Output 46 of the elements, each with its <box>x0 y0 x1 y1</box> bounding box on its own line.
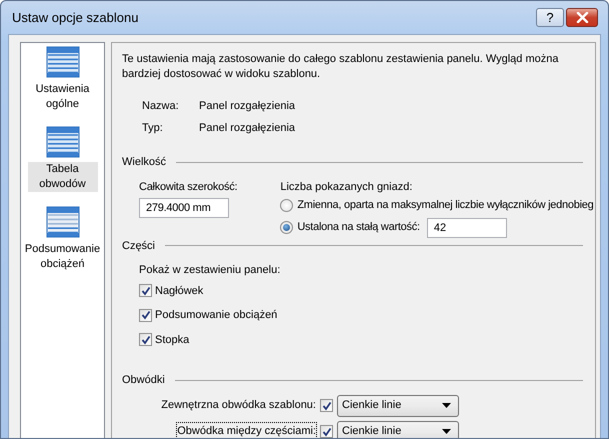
checkbox[interactable] <box>139 308 152 322</box>
table-icon <box>46 126 80 158</box>
checkmark-icon <box>140 286 150 296</box>
field-label: Pokaż w zestawieniu panelu: <box>139 264 280 276</box>
description-text: Te ustawienia mają zastosowanie do całego szablonu zestawienia panelu. Wygląd można bardziej dostosować w widoku szablonu. <box>122 52 560 82</box>
checkmark-icon <box>140 334 150 345</box>
window-title: Ustaw opcje szablonu <box>12 8 140 27</box>
table-icon <box>46 206 80 238</box>
checkbox[interactable] <box>320 425 333 438</box>
property-value: Panel rozgałęzienia <box>199 99 296 114</box>
close-button[interactable] <box>566 8 598 27</box>
help-button[interactable]: ? <box>536 8 564 27</box>
option-label: Zmienna, oparta na maksymalnej liczbie wyłączników jednobieg <box>297 198 594 213</box>
property-label: Nazwa: <box>142 99 180 114</box>
line-style-dropdown[interactable]: Cienkie linie <box>337 420 459 438</box>
width-field[interactable]: 279.4000 mm <box>139 198 229 218</box>
checkbox-label: Zewnętrzna obwódka szablonu: <box>161 398 316 414</box>
field-label: Liczba pokazanych gniazd: <box>280 180 414 194</box>
section-heading: Wielkość <box>122 155 166 170</box>
checkbox-label: Obwódka między częściami: <box>177 423 316 438</box>
checkbox[interactable] <box>320 399 333 412</box>
value-field[interactable]: 42 <box>426 218 507 238</box>
field-label: Całkowita szerokość: <box>139 180 238 194</box>
radio-button[interactable] <box>280 221 294 234</box>
checkbox[interactable] <box>139 284 152 298</box>
checkbox[interactable] <box>139 333 152 346</box>
dropdown-arrow-icon <box>442 429 451 434</box>
checkbox-label: Nagłówek <box>155 284 204 298</box>
sidebar-item[interactable]: Podsumowanie obciążeń <box>21 206 104 272</box>
property-label: Typ: <box>142 121 164 136</box>
property-value: Panel rozgałęzienia <box>199 121 296 136</box>
option-label: Ustalona na stałą wartość: <box>297 220 420 236</box>
sidebar-item[interactable]: Tabela obwodów <box>28 126 98 192</box>
checkmark-icon <box>140 310 150 320</box>
checkbox-label: Stopka <box>155 332 190 348</box>
close-icon <box>576 12 588 23</box>
section-heading: Części <box>122 238 156 254</box>
section-heading: Obwódki <box>122 373 165 388</box>
sidebar-item[interactable]: Ustawienia ogólne <box>28 46 98 112</box>
table-icon <box>46 46 80 78</box>
checkbox-label: Podsumowanie obciążeń <box>155 308 278 323</box>
line-style-dropdown[interactable]: Cienkie linie <box>337 394 459 416</box>
checkmark-icon <box>322 426 332 436</box>
dropdown-arrow-icon <box>442 403 451 408</box>
checkmark-icon <box>322 400 332 410</box>
radio-button[interactable] <box>280 198 294 212</box>
